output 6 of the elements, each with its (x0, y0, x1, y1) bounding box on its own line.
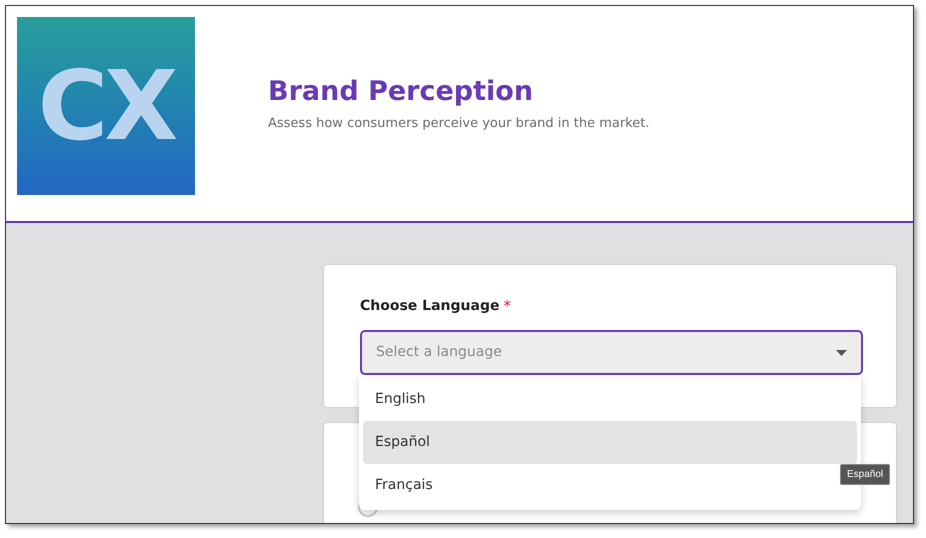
question-label: Choose Language (360, 296, 500, 316)
required-mark: * (503, 296, 511, 317)
survey-description: Assess how consumers perceive your brand in the market. (268, 115, 650, 133)
cx-logo: CX (17, 17, 195, 195)
tooltip: Español (840, 464, 890, 485)
survey-title: Brand Perception (268, 75, 534, 109)
